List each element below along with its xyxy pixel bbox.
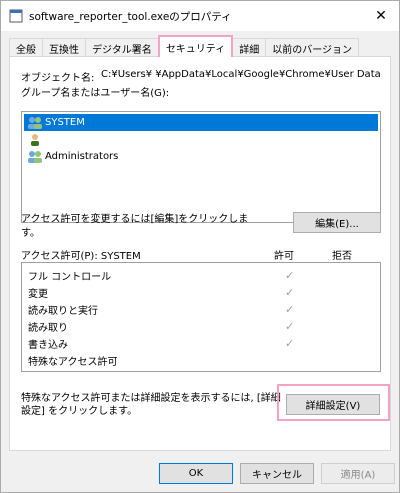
group-user-label: グループ名またはユーザー名(G):: [21, 88, 170, 99]
permissions-header: アクセス許可(P): SYSTEM: [21, 251, 141, 262]
permission-row: 書き込み ✓: [28, 335, 378, 352]
permission-row: 読み取りと実行 ✓: [28, 301, 378, 318]
permission-name: 変更: [28, 289, 48, 300]
user-icon: [31, 133, 39, 146]
users-group-icon: [28, 116, 42, 129]
permission-row: 変更 ✓: [28, 284, 378, 301]
close-button[interactable]: ✕: [363, 1, 399, 31]
advanced-highlight: [277, 384, 390, 421]
permission-name: 特殊なアクセス許可: [28, 357, 118, 368]
tab-digital-signature[interactable]: デジタル署名: [85, 38, 159, 57]
deny-header: 拒否: [332, 251, 352, 262]
permission-name: 読み取りと実行: [28, 306, 98, 317]
permission-name: フル コントロール: [28, 272, 112, 283]
user-name: Administrators: [45, 151, 119, 162]
title-bar: software_reporter_tool.exeのプロパティ ✕: [1, 1, 399, 31]
list-item-user[interactable]: [24, 131, 378, 148]
close-icon: ✕: [375, 8, 387, 24]
change-hint: アクセス許可を変更するには[編集]をクリックしま す。: [21, 214, 249, 239]
permission-row: 読み取り ✓: [28, 318, 378, 335]
tab-details[interactable]: 詳細: [232, 38, 267, 57]
permission-name: 書き込み: [28, 340, 68, 351]
allow-check-icon: ✓: [285, 303, 295, 316]
allow-check-icon: ✓: [285, 269, 295, 282]
app-icon: [9, 9, 23, 23]
user-list[interactable]: SYSTEM Administrators: [21, 111, 381, 223]
apply-button[interactable]: 適用(A): [321, 463, 395, 484]
window-title: software_reporter_tool.exeのプロパティ: [29, 11, 232, 23]
cancel-button[interactable]: キャンセル: [240, 463, 314, 484]
allow-check-icon: ✓: [285, 337, 295, 350]
properties-dialog: software_reporter_tool.exeのプロパティ ✕ 全般 互換…: [0, 0, 400, 493]
tab-compatibility[interactable]: 互換性: [42, 38, 86, 57]
tab-previous-versions[interactable]: 以前のバージョン: [265, 38, 360, 57]
permission-row: 特殊なアクセス許可: [28, 352, 378, 369]
tab-general[interactable]: 全般: [9, 38, 43, 57]
tab-strip: 全般 互換性 デジタル署名 セキュリティ 詳細 以前のバージョン: [9, 35, 360, 57]
permission-row: フル コントロール ✓: [28, 267, 378, 284]
tab-security[interactable]: セキュリティ: [157, 35, 234, 57]
advanced-hint: 特殊なアクセス許可または詳細設定を表示するには, [詳細 設定] をクリックしま…: [21, 393, 281, 417]
allow-check-icon: ✓: [285, 286, 295, 299]
users-group-icon: [28, 150, 42, 163]
ok-button[interactable]: OK: [159, 463, 233, 484]
object-name-value: C:¥Users¥ ¥AppData¥Local¥Google¥Chrome¥U…: [101, 69, 381, 80]
permission-name: 読み取り: [28, 323, 68, 334]
user-name: SYSTEM: [45, 117, 85, 128]
allow-header: 許可: [274, 251, 294, 262]
list-item-system[interactable]: SYSTEM: [24, 114, 378, 131]
allow-check-icon: ✓: [285, 320, 295, 333]
list-item-administrators[interactable]: Administrators: [24, 148, 378, 165]
edit-button[interactable]: 編集(E)...: [293, 212, 381, 233]
object-name-label: オブジェクト名:: [21, 73, 95, 84]
permissions-list: フル コントロール ✓ 変更 ✓ 読み取りと実行 ✓ 読み取り ✓ 書き込み ✓…: [21, 262, 381, 372]
